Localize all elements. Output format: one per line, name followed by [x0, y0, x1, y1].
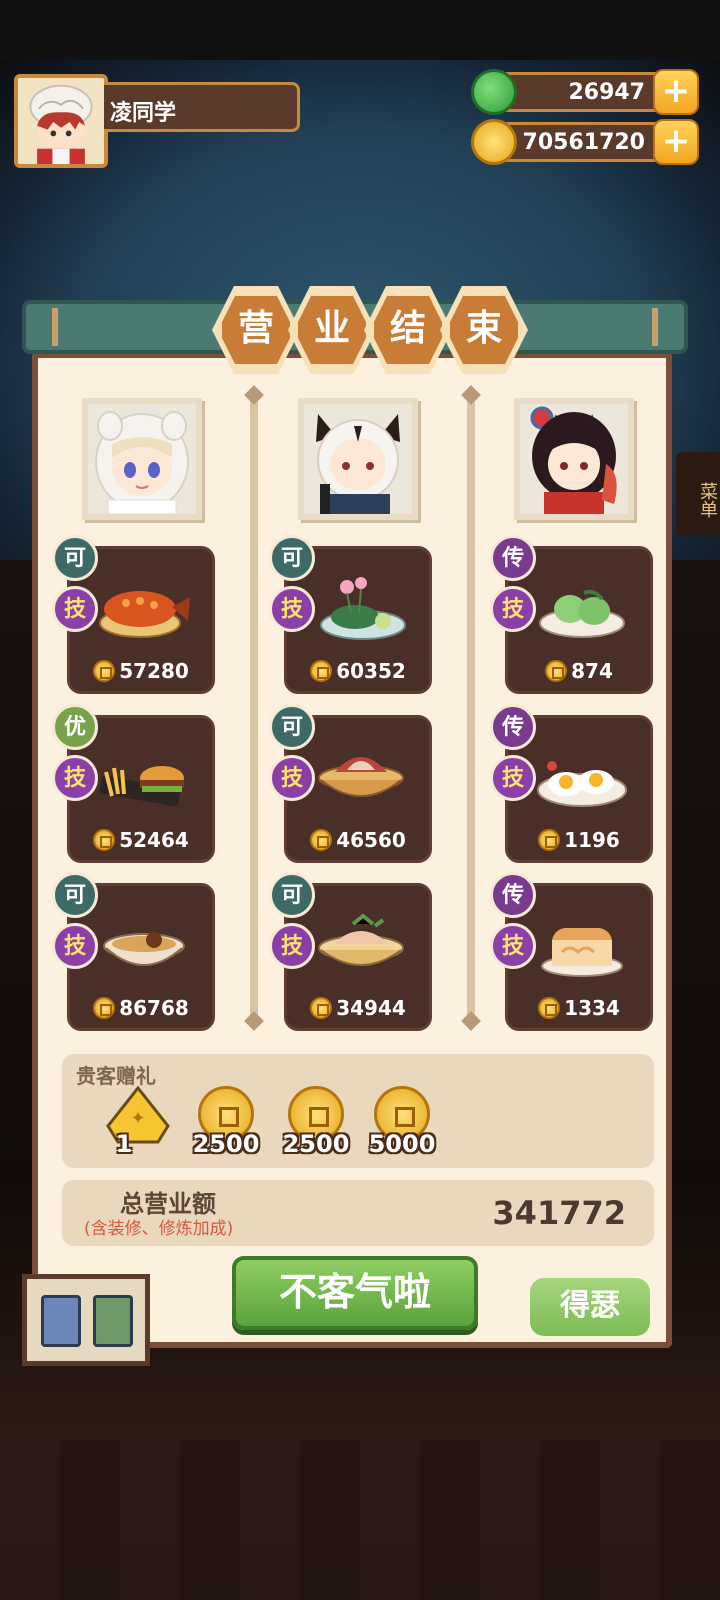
gift-item[interactable]: 5000 [362, 1082, 442, 1162]
chef-portrait-1[interactable] [82, 398, 202, 520]
avatar-icon [18, 78, 104, 164]
coin-icon [310, 660, 333, 682]
grade-badge: 可 [269, 872, 315, 918]
dish-price: 57280 [70, 655, 212, 687]
status-bar-area [0, 0, 720, 60]
gold-coin-icon [471, 119, 517, 165]
price-value: 1334 [564, 996, 620, 1020]
dish-price: 60352 [287, 655, 429, 687]
jade-icon [471, 69, 517, 115]
price-value: 60352 [336, 659, 406, 683]
price-value: 57280 [119, 659, 189, 683]
coin-icon [93, 829, 116, 851]
price-value: 86768 [119, 996, 189, 1020]
price-value: 34944 [336, 996, 406, 1020]
gift-item[interactable]: 2500 [186, 1082, 266, 1162]
coin-icon [538, 997, 561, 1019]
gift-amount: 2500 [192, 1130, 260, 1158]
add-gold-button[interactable]: + [653, 119, 699, 165]
side-menu-tag[interactable]: 菜单 [676, 452, 720, 536]
dish-price: 34944 [287, 992, 429, 1024]
blue-card-icon[interactable] [41, 1295, 81, 1347]
gift-item[interactable]: ✦ 1 [98, 1082, 178, 1162]
bread-loaf-icon [541, 928, 623, 977]
dish-price: 46560 [287, 824, 429, 856]
chef-portrait-2[interactable] [298, 398, 418, 520]
add-jade-button[interactable]: + [653, 69, 699, 115]
share-button[interactable]: 得瑟 [530, 1278, 650, 1336]
total-revenue: 总营业额 (含装修、修炼加成) 341772 [62, 1180, 654, 1246]
grade-badge: 传 [490, 704, 536, 750]
grade-badge: 可 [269, 704, 315, 750]
grade-badge: 可 [52, 535, 98, 581]
gift-item[interactable]: 2500 [276, 1082, 356, 1162]
coin-icon [93, 997, 116, 1019]
chef-white-hood-portrait [88, 404, 196, 514]
burger-fries-icon [99, 766, 184, 807]
skill-badge[interactable]: 技 [269, 586, 315, 632]
grade-badge: 传 [490, 872, 536, 918]
guest-gift-section: 贵客赠礼 ✦ 1 2500 2500 5000 [62, 1054, 654, 1168]
dish-price: 1196 [508, 824, 650, 856]
gift-amount: 5000 [368, 1130, 436, 1158]
skill-badge[interactable]: 技 [52, 923, 98, 969]
skill-badge[interactable]: 技 [490, 755, 536, 801]
gift-amount: 1 [115, 1130, 133, 1158]
total-value: 341772 [492, 1194, 626, 1232]
svg-text:✦: ✦ [130, 1108, 145, 1129]
gift-amount: 2500 [282, 1130, 350, 1158]
skill-badge[interactable]: 技 [490, 586, 536, 632]
coin-icon [93, 660, 116, 682]
total-note: (含装修、修炼加成) [84, 1219, 234, 1239]
coin-icon [545, 660, 568, 682]
dish-price: 1334 [508, 992, 650, 1024]
dish-price: 874 [508, 655, 650, 687]
fried-egg-icon [537, 761, 627, 807]
coin-icon [310, 829, 333, 851]
grade-badge: 可 [52, 872, 98, 918]
fish-dish-icon [99, 591, 190, 638]
skill-badge[interactable]: 技 [52, 755, 98, 801]
shrimp-bowl-icon [318, 913, 404, 966]
skill-badge[interactable]: 技 [490, 923, 536, 969]
jade-amount: 26947 [568, 80, 645, 105]
price-value: 46560 [336, 828, 406, 852]
price-value: 874 [571, 659, 613, 683]
player-name: 凌同学 [104, 82, 300, 132]
green-dumpling-icon [539, 589, 625, 638]
side-toolbar [22, 1274, 150, 1366]
column-divider [250, 395, 258, 1025]
skill-badge[interactable]: 技 [269, 923, 315, 969]
meat-bowl-icon [318, 757, 404, 797]
price-value: 52464 [119, 828, 189, 852]
coin-icon [310, 997, 333, 1019]
price-value: 1196 [564, 828, 620, 852]
noodle-pot-icon [103, 932, 185, 966]
column-divider [467, 395, 475, 1025]
player-avatar[interactable] [14, 74, 108, 168]
chef-white-cat-portrait [304, 404, 412, 514]
grade-badge: 可 [269, 535, 315, 581]
chef-dark-hair-portrait [520, 404, 628, 514]
skill-badge[interactable]: 技 [52, 586, 98, 632]
gold-currency: 70561720 + [471, 119, 699, 165]
jade-currency: 26947 + [471, 69, 699, 115]
grade-badge: 传 [490, 535, 536, 581]
coin-icon [538, 829, 561, 851]
floor [0, 1440, 720, 1600]
dish-price: 52464 [70, 824, 212, 856]
lotus-dish-icon [320, 577, 406, 640]
green-card-icon[interactable] [93, 1295, 133, 1347]
confirm-button[interactable]: 不客气啦 [232, 1256, 478, 1330]
dish-price: 86768 [70, 992, 212, 1024]
grade-badge: 优 [52, 704, 98, 750]
chef-portrait-3[interactable] [514, 398, 634, 520]
skill-badge[interactable]: 技 [269, 755, 315, 801]
gold-amount: 70561720 [522, 130, 645, 155]
